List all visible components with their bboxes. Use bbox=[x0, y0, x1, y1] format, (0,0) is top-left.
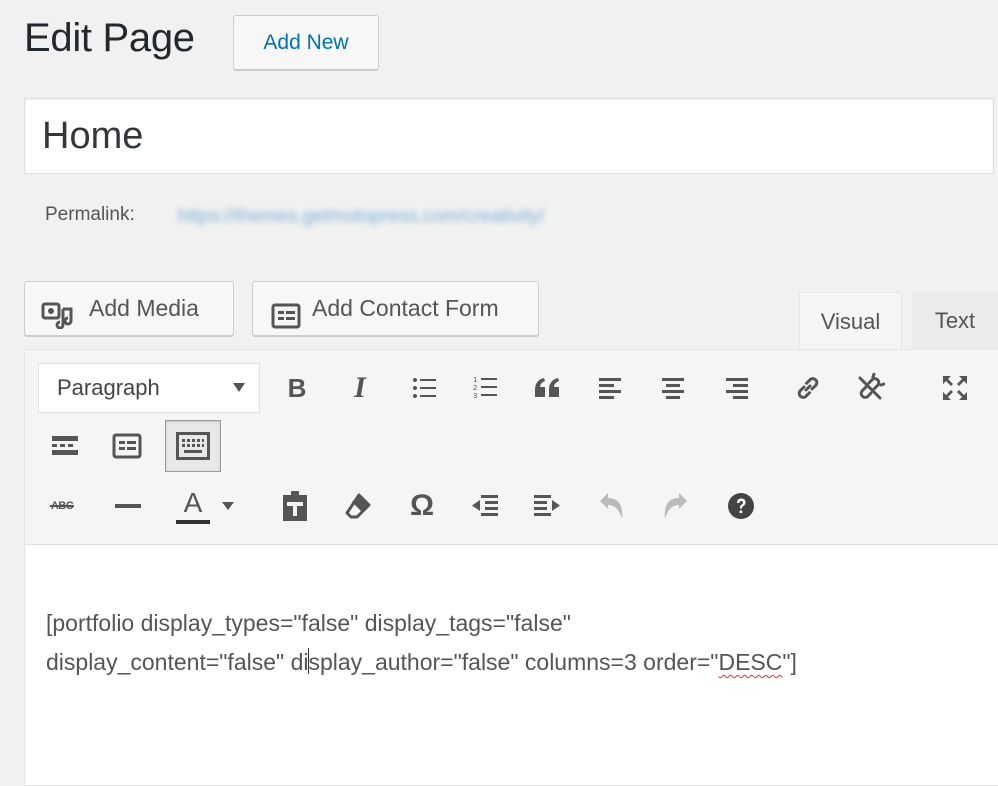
add-new-button[interactable]: Add New bbox=[233, 15, 379, 70]
italic-icon[interactable]: I bbox=[340, 368, 380, 408]
read-more-icon[interactable] bbox=[45, 426, 85, 466]
remove-link-icon[interactable] bbox=[850, 368, 890, 408]
post-title-input[interactable]: Home bbox=[24, 98, 994, 174]
add-media-label: Add Media bbox=[89, 295, 199, 321]
misspelled-word: DESC bbox=[718, 649, 783, 675]
add-contact-form-label: Add Contact Form bbox=[312, 295, 499, 321]
undo-icon[interactable] bbox=[592, 486, 632, 526]
add-media-icon bbox=[41, 295, 77, 348]
editor-content[interactable]: [portfolio display_types="false" display… bbox=[25, 545, 998, 785]
add-contact-form-button[interactable]: Add Contact Form bbox=[252, 281, 539, 336]
fullscreen-icon[interactable] bbox=[935, 368, 975, 408]
align-right-icon[interactable] bbox=[716, 368, 756, 408]
edit-page-screen: Edit Page Add New Home Permalink: https:… bbox=[0, 0, 998, 786]
omega-glyph: Ω bbox=[409, 489, 435, 522]
svg-text:3: 3 bbox=[473, 392, 477, 400]
paste-as-text-icon[interactable] bbox=[275, 486, 315, 526]
special-character-icon[interactable]: Ω bbox=[402, 486, 442, 526]
indent-icon[interactable] bbox=[527, 486, 567, 526]
clear-formatting-icon[interactable] bbox=[338, 486, 378, 526]
permalink-row: Permalink: https://themes.getmotopress.c… bbox=[45, 204, 544, 227]
toolbar-toggle-icon[interactable] bbox=[165, 420, 221, 472]
strike-line bbox=[50, 505, 74, 507]
insert-link-icon[interactable] bbox=[788, 368, 828, 408]
content-line-1: [portfolio display_types="false" display… bbox=[46, 610, 571, 636]
svg-text:2: 2 bbox=[473, 384, 477, 392]
editor-toolbar: Paragraph B I 123 A Ω bbox=[25, 350, 998, 545]
svg-text:1: 1 bbox=[473, 376, 477, 384]
text-color-glyph: A bbox=[183, 487, 203, 518]
tab-visual[interactable]: Visual bbox=[799, 292, 902, 350]
text-color-icon[interactable]: A bbox=[173, 486, 213, 526]
align-center-icon[interactable] bbox=[653, 368, 693, 408]
tab-text[interactable]: Text bbox=[912, 292, 998, 350]
content-line-2: display_content="false" display_author="… bbox=[46, 644, 797, 680]
page-title: Edit Page bbox=[24, 16, 195, 60]
text-color-swatch bbox=[176, 520, 210, 524]
contact-form-icon bbox=[271, 295, 301, 348]
add-media-button[interactable]: Add Media bbox=[24, 281, 234, 336]
horizontal-line-icon[interactable] bbox=[108, 486, 148, 526]
numbered-list-icon[interactable]: 123 bbox=[466, 368, 506, 408]
permalink-url-link[interactable]: https://themes.getmotopress.com/creativi… bbox=[178, 206, 693, 227]
bold-icon[interactable]: B bbox=[277, 368, 317, 408]
permalink-label: Permalink: bbox=[45, 204, 135, 225]
format-select-value: Paragraph bbox=[57, 375, 160, 400]
content-text-end: "] bbox=[782, 649, 797, 675]
chevron-down-icon bbox=[233, 383, 245, 392]
format-select[interactable]: Paragraph bbox=[38, 363, 260, 413]
help-icon[interactable] bbox=[721, 486, 761, 526]
align-left-icon[interactable] bbox=[591, 368, 631, 408]
blockquote-icon[interactable] bbox=[528, 368, 568, 408]
text-color-dropdown-icon[interactable] bbox=[217, 486, 239, 526]
strikethrough-icon[interactable]: ABC bbox=[42, 486, 82, 526]
editor: Paragraph B I 123 A Ω [portfolio display… bbox=[24, 349, 998, 786]
content-text-after-cursor: splay_author="false" columns=3 order=" bbox=[308, 649, 719, 675]
redo-icon[interactable] bbox=[655, 486, 695, 526]
bulleted-list-icon[interactable] bbox=[405, 368, 445, 408]
content-text-before-cursor: display_content="false" di bbox=[46, 649, 309, 675]
outdent-icon[interactable] bbox=[465, 486, 505, 526]
bold-glyph: B bbox=[287, 372, 307, 403]
contact-form-insert-icon[interactable] bbox=[107, 426, 147, 466]
italic-glyph: I bbox=[354, 371, 366, 404]
